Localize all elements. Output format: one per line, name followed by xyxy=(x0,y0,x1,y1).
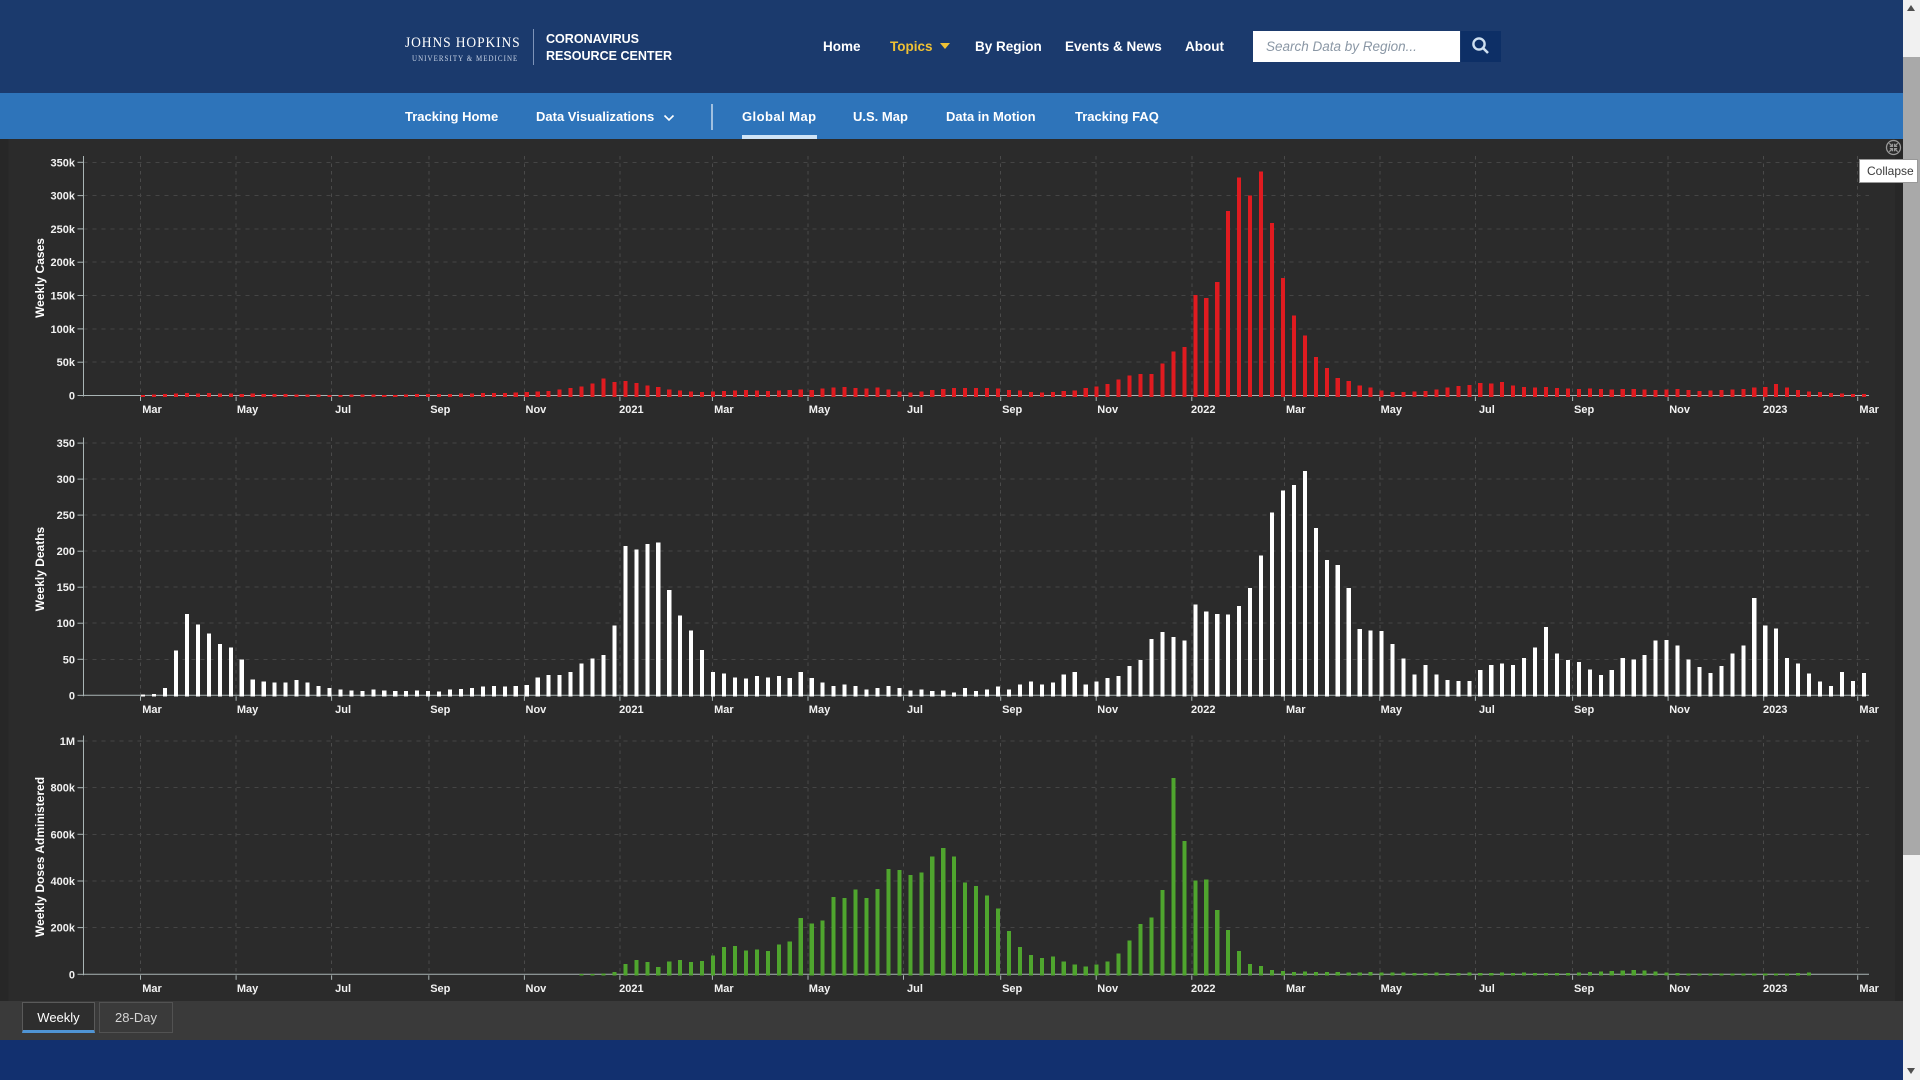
svg-text:800k: 800k xyxy=(51,783,76,795)
svg-text:2022: 2022 xyxy=(1191,704,1215,716)
svg-text:50k: 50k xyxy=(57,357,76,369)
svg-text:200k: 200k xyxy=(51,923,76,935)
svg-text:2022: 2022 xyxy=(1191,983,1215,995)
svg-text:Nov: Nov xyxy=(526,404,548,416)
svg-text:Sep: Sep xyxy=(1002,983,1022,995)
svg-text:Jul: Jul xyxy=(1479,404,1495,416)
svg-text:0: 0 xyxy=(69,391,75,403)
svg-text:May: May xyxy=(1381,983,1403,995)
svg-text:May: May xyxy=(809,983,831,995)
svg-text:Mar: Mar xyxy=(714,404,734,416)
svg-text:Nov: Nov xyxy=(526,704,548,716)
svg-text:May: May xyxy=(1381,404,1403,416)
svg-text:Jul: Jul xyxy=(335,704,351,716)
svg-text:250k: 250k xyxy=(51,224,76,236)
svg-text:2023: 2023 xyxy=(1763,404,1787,416)
svg-text:0: 0 xyxy=(69,690,75,702)
svg-text:400k: 400k xyxy=(51,876,76,888)
svg-text:Mar: Mar xyxy=(1859,404,1879,416)
svg-text:200: 200 xyxy=(57,546,75,558)
svg-text:2022: 2022 xyxy=(1191,404,1215,416)
svg-text:May: May xyxy=(237,704,259,716)
svg-text:May: May xyxy=(237,404,259,416)
svg-text:Mar: Mar xyxy=(142,704,162,716)
svg-text:Jul: Jul xyxy=(1479,704,1495,716)
svg-text:Weekly Doses Administered: Weekly Doses Administered xyxy=(33,777,47,937)
svg-text:Weekly Cases: Weekly Cases xyxy=(33,238,47,318)
svg-text:2021: 2021 xyxy=(619,704,643,716)
svg-text:150k: 150k xyxy=(51,291,76,303)
svg-text:Mar: Mar xyxy=(142,404,162,416)
svg-text:May: May xyxy=(809,404,831,416)
svg-text:Nov: Nov xyxy=(1097,983,1119,995)
svg-text:Mar: Mar xyxy=(1859,983,1879,995)
svg-text:Sep: Sep xyxy=(1002,704,1022,716)
svg-text:2021: 2021 xyxy=(619,404,643,416)
svg-text:Sep: Sep xyxy=(1002,404,1022,416)
svg-text:2023: 2023 xyxy=(1763,704,1787,716)
svg-text:Jul: Jul xyxy=(335,983,351,995)
svg-text:May: May xyxy=(1381,704,1403,716)
svg-text:Mar: Mar xyxy=(1859,704,1879,716)
svg-text:300: 300 xyxy=(57,474,75,486)
svg-text:1M: 1M xyxy=(60,736,75,748)
svg-text:May: May xyxy=(237,983,259,995)
svg-text:100k: 100k xyxy=(51,324,76,336)
svg-text:2021: 2021 xyxy=(619,983,643,995)
svg-text:Jul: Jul xyxy=(335,404,351,416)
svg-text:Nov: Nov xyxy=(526,983,548,995)
svg-text:Nov: Nov xyxy=(1669,704,1691,716)
svg-text:300k: 300k xyxy=(51,191,76,203)
svg-text:50: 50 xyxy=(63,654,75,666)
svg-text:Jul: Jul xyxy=(1479,983,1495,995)
svg-text:Sep: Sep xyxy=(1574,704,1594,716)
svg-text:Mar: Mar xyxy=(714,983,734,995)
svg-text:Sep: Sep xyxy=(1574,983,1594,995)
svg-text:Sep: Sep xyxy=(1574,404,1594,416)
svg-text:2023: 2023 xyxy=(1763,983,1787,995)
svg-text:Nov: Nov xyxy=(1669,983,1691,995)
svg-text:100: 100 xyxy=(57,618,75,630)
svg-text:Nov: Nov xyxy=(1669,404,1691,416)
svg-text:Mar: Mar xyxy=(1286,983,1306,995)
svg-text:Mar: Mar xyxy=(714,704,734,716)
svg-text:May: May xyxy=(809,704,831,716)
svg-text:0: 0 xyxy=(69,969,75,981)
svg-text:Mar: Mar xyxy=(142,983,162,995)
svg-text:350k: 350k xyxy=(51,157,76,169)
svg-text:Mar: Mar xyxy=(1286,404,1306,416)
svg-text:350: 350 xyxy=(57,438,75,450)
svg-text:Jul: Jul xyxy=(907,704,923,716)
svg-text:Sep: Sep xyxy=(430,704,450,716)
svg-text:Jul: Jul xyxy=(907,404,923,416)
svg-text:Mar: Mar xyxy=(1286,704,1306,716)
svg-text:150: 150 xyxy=(57,582,75,594)
svg-text:200k: 200k xyxy=(51,257,76,269)
svg-text:250: 250 xyxy=(57,510,75,522)
svg-text:Weekly Deaths: Weekly Deaths xyxy=(33,526,47,611)
svg-text:Nov: Nov xyxy=(1097,404,1119,416)
svg-text:Sep: Sep xyxy=(430,404,450,416)
svg-text:Sep: Sep xyxy=(430,983,450,995)
svg-text:600k: 600k xyxy=(51,829,76,841)
svg-text:Jul: Jul xyxy=(907,983,923,995)
svg-text:Nov: Nov xyxy=(1097,704,1119,716)
